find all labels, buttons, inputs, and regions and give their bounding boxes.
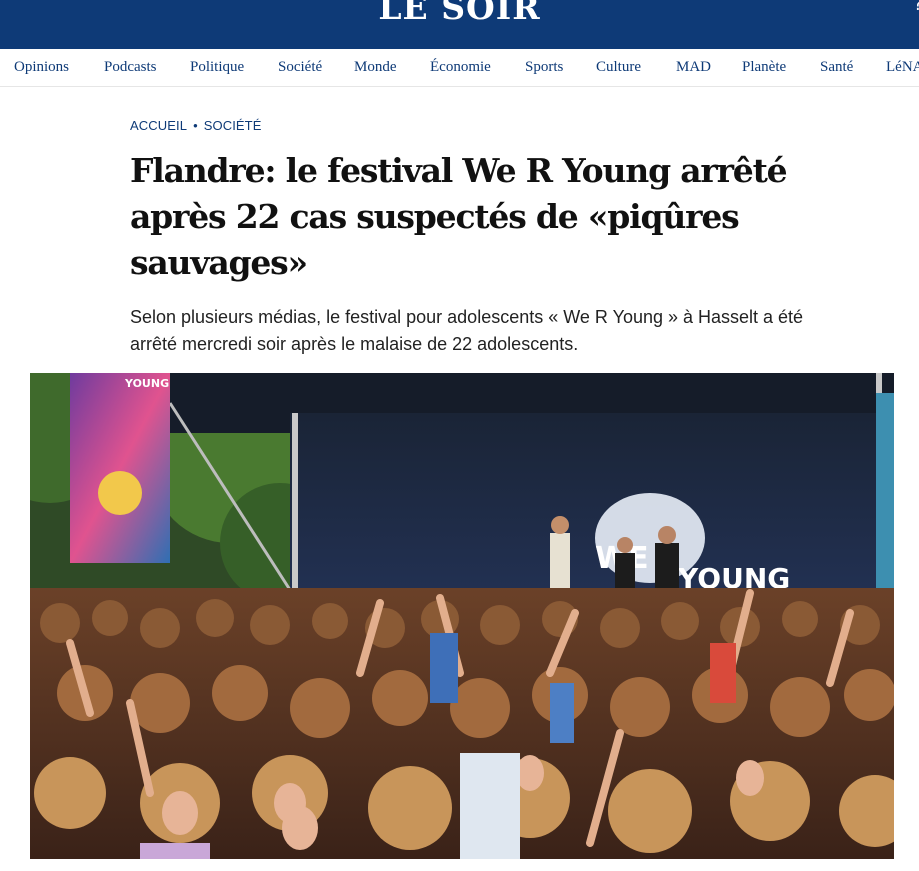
article-lead-line: arrêté mercredi soir après le malaise de… [130,334,579,354]
nav-item-societe[interactable]: Société [278,59,322,76]
article-lead-line: Selon plusieurs médias, le festival pour… [130,307,804,327]
breadcrumb-section[interactable]: SOCIÉTÉ [204,118,262,133]
article-title: Flandre: le festival We R Young arrêté a… [130,148,810,286]
help-icon[interactable]: ? [913,0,919,15]
breadcrumb: ACCUEIL • SOCIÉTÉ [130,118,261,133]
breadcrumb-separator: • [193,118,198,133]
nav-item-sports[interactable]: Sports [525,59,563,76]
nav-item-lena[interactable]: LéNA [886,59,919,76]
article-title-line: après 22 cas suspectés de «piqûres [130,197,740,236]
nav-item-sante[interactable]: Santé [820,59,853,76]
nav-item-politique[interactable]: Politique [190,59,244,76]
breadcrumb-home[interactable]: ACCUEIL [130,118,187,133]
side-banner-text: YOUNG [124,377,169,390]
article-lead: Selon plusieurs médias, le festival pour… [130,304,810,358]
nav-item-monde[interactable]: Monde [354,59,397,76]
festival-crowd-illustration: YOUNG WE YOUNG [30,373,894,859]
hero-photo[interactable]: YOUNG WE YOUNG [30,373,894,859]
nav-item-economie[interactable]: Économie [430,59,491,76]
nav-item-podcasts[interactable]: Podcasts [104,59,157,76]
section-nav: Opinions Podcasts Politique Société Mond… [0,49,919,87]
site-logo[interactable]: LE SOIR [0,0,919,28]
nav-item-opinions[interactable]: Opinions [14,59,69,76]
nav-item-mad[interactable]: MAD [676,59,711,76]
article-title-line: sauvages» [130,243,308,282]
nav-item-culture[interactable]: Culture [596,59,641,76]
site-header: LE SOIR ? [0,0,919,49]
nav-item-planete[interactable]: Planète [742,59,786,76]
article-title-line: Flandre: le festival We R Young arrêté [130,151,788,190]
